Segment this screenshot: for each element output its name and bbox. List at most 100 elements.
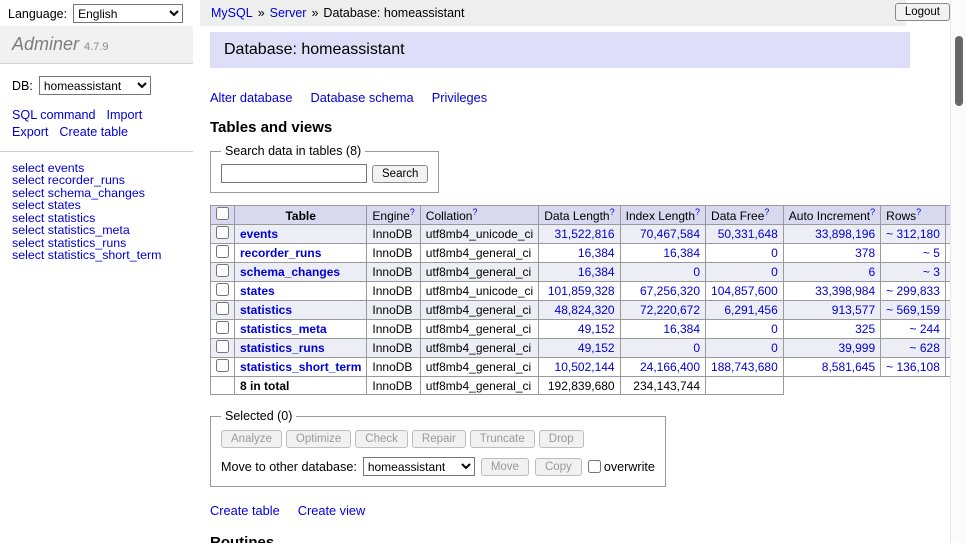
data-free-link[interactable]: 0 xyxy=(771,341,778,355)
index-length-link[interactable]: 72,220,672 xyxy=(640,303,700,317)
row-checkbox[interactable] xyxy=(216,359,229,372)
data-free-link[interactable]: 0 xyxy=(771,265,778,279)
table-operation-button[interactable]: Drop xyxy=(539,430,584,448)
table-operation-button[interactable]: Analyze xyxy=(221,430,282,448)
table-operation-button[interactable]: Check xyxy=(355,430,408,448)
breadcrumb-server-link[interactable]: Server xyxy=(270,6,307,20)
rows-count-link[interactable]: ~ 569,159 xyxy=(886,303,940,317)
index-length-link[interactable]: 24,166,400 xyxy=(640,360,700,374)
search-input[interactable] xyxy=(221,164,367,183)
scrollbar-thumb[interactable] xyxy=(955,36,963,106)
index-length-link[interactable]: 16,384 xyxy=(663,246,700,260)
language-select[interactable]: English xyxy=(73,4,183,23)
sidebar-select-table-link[interactable]: select statistics_meta xyxy=(12,224,181,236)
row-checkbox[interactable] xyxy=(216,245,229,258)
row-checkbox[interactable] xyxy=(216,302,229,315)
table-name-link[interactable]: recorder_runs xyxy=(240,246,321,260)
db-select[interactable]: homeassistant xyxy=(39,76,151,95)
database-schema-link[interactable]: Database schema xyxy=(311,90,414,105)
column-help-link[interactable]: ? xyxy=(410,207,415,217)
table-name-link[interactable]: states xyxy=(240,284,275,298)
rows-count-link[interactable]: ~ 244 xyxy=(910,322,940,336)
data-free-link[interactable]: 104,857,600 xyxy=(711,284,778,298)
column-help-link[interactable]: ? xyxy=(472,207,477,217)
auto-increment-link[interactable]: 33,898,196 xyxy=(815,227,875,241)
table-name-link[interactable]: statistics_runs xyxy=(240,341,325,355)
data-length-link[interactable]: 49,152 xyxy=(578,322,615,336)
move-button[interactable]: Move xyxy=(481,458,529,476)
auto-increment-link[interactable]: 913,577 xyxy=(832,303,875,317)
rows-count-link[interactable]: ~ 628 xyxy=(910,341,940,355)
sidebar-import-link[interactable]: Import xyxy=(107,107,143,124)
search-button[interactable]: Search xyxy=(372,165,428,183)
index-length-link[interactable]: 70,467,584 xyxy=(640,227,700,241)
row-checkbox[interactable] xyxy=(216,226,229,239)
data-free-link[interactable]: 6,291,456 xyxy=(724,303,777,317)
data-length-link[interactable]: 49,152 xyxy=(578,341,615,355)
rows-count-link[interactable]: ~ 5 xyxy=(923,246,940,260)
collation-cell: utf8mb4_general_ci xyxy=(420,263,538,282)
data-length-link[interactable]: 10,502,144 xyxy=(555,360,615,374)
create-view-link[interactable]: Create view xyxy=(298,503,366,518)
rows-count-link[interactable]: ~ 136,108 xyxy=(886,360,940,374)
move-database-select[interactable]: homeassistant xyxy=(363,457,475,476)
logout-button[interactable]: Logout xyxy=(895,3,950,21)
select-all-checkbox[interactable] xyxy=(216,207,229,220)
auto-increment-link[interactable]: 378 xyxy=(855,246,875,260)
index-length-link[interactable]: 0 xyxy=(693,265,700,279)
data-length-link[interactable]: 48,824,320 xyxy=(555,303,615,317)
table-operation-button[interactable]: Repair xyxy=(412,430,466,448)
index-length-link[interactable]: 0 xyxy=(693,341,700,355)
data-length-link[interactable]: 31,522,816 xyxy=(555,227,615,241)
rows-count-link[interactable]: ~ 299,833 xyxy=(886,284,940,298)
column-help-link[interactable]: ? xyxy=(695,207,700,217)
data-length-link[interactable]: 16,384 xyxy=(578,265,615,279)
column-help-link[interactable]: ? xyxy=(870,207,875,217)
privileges-link[interactable]: Privileges xyxy=(432,90,487,105)
index-length-link[interactable]: 16,384 xyxy=(663,322,700,336)
table-footer: 8 in total InnoDB utf8mb4_general_ci 192… xyxy=(211,377,966,395)
sidebar-create-table-link[interactable]: Create table xyxy=(59,124,128,141)
table-operation-button[interactable]: Truncate xyxy=(470,430,535,448)
table-name-link[interactable]: schema_changes xyxy=(240,265,340,279)
row-checkbox[interactable] xyxy=(216,264,229,277)
column-help-link[interactable]: ? xyxy=(916,207,921,217)
copy-button[interactable]: Copy xyxy=(535,458,582,476)
data-length-link[interactable]: 101,859,328 xyxy=(548,284,615,298)
column-help-link[interactable]: ? xyxy=(764,207,769,217)
data-free-link[interactable]: 0 xyxy=(771,246,778,260)
vertical-scrollbar[interactable] xyxy=(950,0,966,543)
row-checkbox[interactable] xyxy=(216,340,229,353)
data-length-link[interactable]: 16,384 xyxy=(578,246,615,260)
data-free-link[interactable]: 188,743,680 xyxy=(711,360,778,374)
sidebar-select-table-link[interactable]: select statistics_short_term xyxy=(12,249,181,261)
sidebar-export-link[interactable]: Export xyxy=(12,124,48,141)
sidebar-sql-command-link[interactable]: SQL command xyxy=(12,107,96,124)
table-name-cell: events xyxy=(235,225,367,244)
table-name-link[interactable]: statistics_meta xyxy=(240,322,327,336)
auto-increment-link[interactable]: 39,999 xyxy=(838,341,875,355)
sidebar-select-table-link[interactable]: select states xyxy=(12,199,181,211)
row-checkbox[interactable] xyxy=(216,321,229,334)
overwrite-checkbox[interactable] xyxy=(588,460,601,473)
auto-increment-link[interactable]: 33,398,984 xyxy=(815,284,875,298)
auto-increment-link[interactable]: 325 xyxy=(855,322,875,336)
table-operation-button[interactable]: Optimize xyxy=(286,430,351,448)
main-content: Database: homeassistant Alter database D… xyxy=(210,26,910,543)
data-free-link[interactable]: 0 xyxy=(771,322,778,336)
rows-count-link[interactable]: ~ 3 xyxy=(923,265,940,279)
auto-increment-link[interactable]: 6 xyxy=(868,265,875,279)
table-name-link[interactable]: statistics_short_term xyxy=(240,360,361,374)
table-name-link[interactable]: statistics xyxy=(240,303,292,317)
column-help-link[interactable]: ? xyxy=(610,207,615,217)
breadcrumb-mysql-link[interactable]: MySQL xyxy=(211,6,253,20)
alter-database-link[interactable]: Alter database xyxy=(210,90,293,105)
row-checkbox[interactable] xyxy=(216,283,229,296)
index-length-link[interactable]: 67,256,320 xyxy=(640,284,700,298)
table-name-link[interactable]: events xyxy=(240,227,278,241)
auto-increment-cell: 325 xyxy=(783,320,880,339)
data-free-link[interactable]: 50,331,648 xyxy=(718,227,778,241)
create-table-link[interactable]: Create table xyxy=(210,503,280,518)
auto-increment-link[interactable]: 8,581,645 xyxy=(822,360,875,374)
rows-count-link[interactable]: ~ 312,180 xyxy=(886,227,940,241)
